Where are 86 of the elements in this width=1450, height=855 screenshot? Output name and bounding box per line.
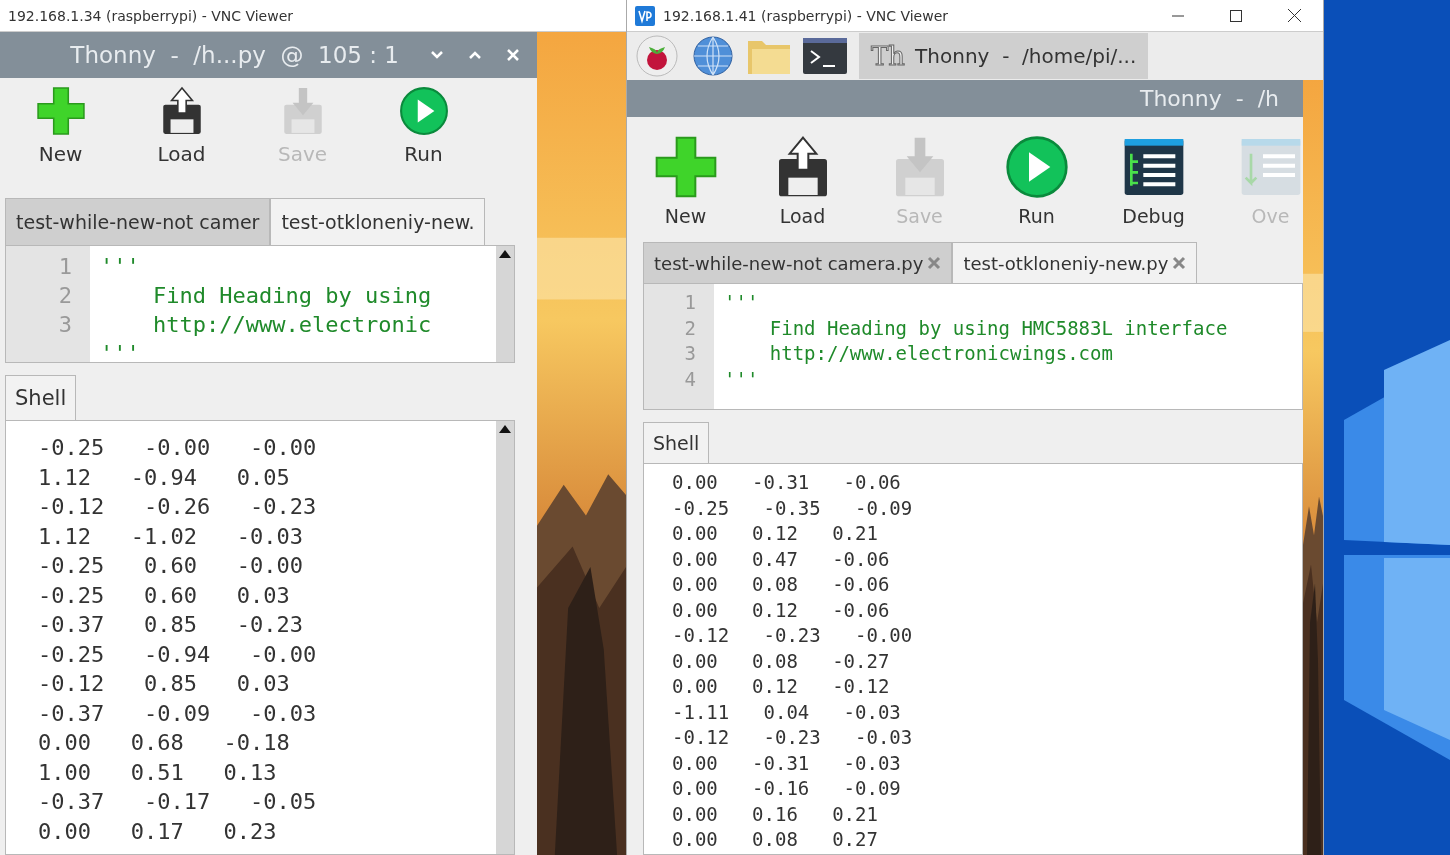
line-number: 3 (58, 311, 72, 339)
shell-output-line: -1.11 0.04 -0.03 (672, 699, 901, 725)
shell-output-line: 0.00 0.47 -0.06 (672, 546, 890, 572)
scrollbar[interactable] (496, 421, 514, 854)
shell-output-line: -0.12 -0.26 -0.23 (38, 493, 317, 521)
toolbar-button[interactable]: New (0, 78, 121, 166)
shell-output-line: 1.12 -0.94 0.05 (38, 463, 290, 492)
close-tab-button[interactable] (1172, 256, 1187, 270)
chevron-down-icon (430, 50, 444, 60)
code-line: http://www.electronicwings.com (768, 341, 1113, 366)
shell-output-line: -0.37 -0.09 -0.03 (38, 699, 317, 728)
code-line: ''' (100, 340, 140, 362)
line-number: 1 (58, 253, 72, 281)
shell-output-line: 0.00 0.12 0.21 (672, 521, 878, 546)
shell-output-line: -0.12 -0.23 -0.03 (672, 725, 913, 750)
editor-tab[interactable]: test-otkloneniy-new. (270, 198, 486, 245)
shell-output-line: 0.00 -0.31 -0.06 (672, 470, 901, 495)
minimize-icon (1172, 14, 1184, 17)
shell-output-line: 0.00 0.08 -0.06 (672, 572, 890, 597)
toolbar-button[interactable]: Run (978, 127, 1095, 227)
editor-tab[interactable]: test-while-new-not camera.py (643, 242, 953, 283)
shell-output-line: 0.00 0.08 -0.27 (672, 648, 890, 674)
line-number: 2 (58, 282, 72, 310)
shell-output-line: 0.00 0.12 -0.12 (672, 674, 890, 699)
play-icon (1004, 135, 1069, 199)
plus-icon (35, 86, 86, 136)
shell-output-line: -0.37 0.85 -0.23 (38, 611, 303, 639)
toolbar-button[interactable]: Debug (1095, 127, 1212, 227)
window-title: Thonny - /h (1140, 86, 1279, 111)
caret-up-icon (499, 425, 511, 433)
shell-output-line: -0.25 0.60 0.03 (38, 581, 290, 610)
raspberry-icon (636, 35, 678, 77)
window-title: 192.168.1.41 (raspberrypi) - VNC Viewer (663, 7, 950, 24)
shell-tab[interactable]: Shell (643, 422, 710, 463)
shell-output-line: -0.25 -0.00 -0.00 (38, 434, 317, 462)
scrollbar[interactable] (496, 246, 514, 362)
line-number: 4 (684, 366, 696, 392)
code-line: Find Heading by using HMC5883L interface (768, 315, 1228, 341)
code-line: Find Heading by using (151, 282, 432, 310)
shell-output-line: -0.25 -0.35 -0.09 (672, 495, 913, 521)
shell-output-line: -0.25 -0.94 -0.00 (38, 640, 317, 669)
toolbar-button[interactable]: Load (121, 78, 242, 166)
close-icon (506, 48, 520, 62)
globe-icon (692, 35, 734, 77)
window-title: Thonny - /h...py @ 105 : 1 (70, 42, 399, 68)
shell-output-line: 0.00 0.12 -0.06 (672, 597, 890, 623)
app-icon: Th (871, 41, 906, 71)
taskbar-task[interactable]: Th Thonny - /home/pi/... (859, 33, 1149, 79)
launcher-button[interactable] (635, 34, 679, 78)
code-line: ''' (100, 253, 140, 281)
terminal-icon (803, 38, 847, 74)
close-icon (1172, 256, 1187, 270)
shell-output-line: 0.00 0.16 0.21 (672, 801, 878, 827)
chevron-up-icon (468, 50, 482, 60)
toolbar-button[interactable]: Run (363, 78, 484, 166)
code-line: ''' (724, 290, 759, 315)
plus-icon (653, 135, 718, 199)
window-title: 192.168.1.34 (raspberrypi) - VNC Viewer (8, 7, 295, 24)
toolbar-button[interactable]: New (627, 127, 744, 227)
play-icon (398, 86, 449, 136)
shell-output-line: -0.25 0.60 -0.00 (38, 552, 303, 580)
shell-output-line: -0.12 0.85 0.03 (38, 670, 290, 698)
editor-tab[interactable]: test-while-new-not camer (5, 198, 271, 245)
shell-output-line: 0.00 0.17 0.23 (38, 817, 277, 846)
shell-output-line: 0.00 0.68 -0.18 (38, 729, 290, 757)
line-number: 2 (684, 315, 696, 341)
shell-output-line: 1.12 -1.02 -0.03 (38, 522, 303, 551)
shell-output-line: -0.12 -0.23 -0.00 (672, 623, 913, 648)
shell-output-line: 0.00 -0.31 -0.03 (672, 750, 901, 776)
shell-output-line: 0.00 0.08 0.27 (672, 827, 878, 852)
shell-output-line: 0.00 -0.16 -0.09 (672, 776, 901, 801)
shell-tab[interactable]: Shell (5, 375, 77, 420)
app-logo-icon (635, 5, 655, 26)
code-line: http://www.electronic (151, 311, 432, 339)
line-number: 3 (684, 341, 696, 366)
toolbar-button[interactable]: Load (744, 127, 861, 227)
shell-output-line: -0.37 -0.17 -0.05 (38, 788, 317, 816)
maximize-icon (1230, 9, 1242, 22)
close-icon (1287, 9, 1301, 22)
code-line: ''' (724, 366, 759, 392)
caret-up-icon (499, 250, 511, 258)
shell-output-line: 1.00 0.51 0.13 (38, 758, 277, 787)
close-tab-button[interactable] (927, 256, 942, 270)
close-icon (927, 256, 942, 270)
line-number: 1 (684, 290, 696, 315)
editor-tab[interactable]: test-otkloneniy-new.py (952, 242, 1198, 283)
